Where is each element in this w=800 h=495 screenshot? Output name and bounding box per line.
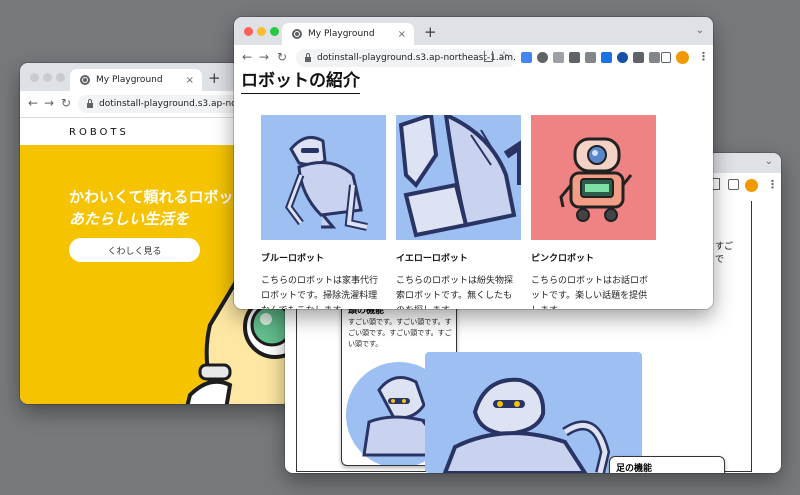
tab-title: My Playground xyxy=(308,29,375,39)
puzzle-extension-icon[interactable] xyxy=(633,52,644,63)
globe-icon xyxy=(80,75,90,85)
sidebar-icon[interactable] xyxy=(728,179,739,190)
foot-feature-card: 足の機能 xyxy=(609,456,725,473)
minimize-window-button[interactable] xyxy=(257,27,266,36)
side-text: すご で xyxy=(715,239,765,265)
card-description: こちらのロボットはお話ロボットです。楽しい話題を提供します。 xyxy=(531,276,649,309)
avatar[interactable] xyxy=(745,179,758,192)
card-description: こちらのロボットは家事代行ロボットです。掃除洗濯料理なんでもこなします。 xyxy=(261,276,379,309)
tab-my-playground[interactable]: My Playground × xyxy=(282,23,414,45)
tab-search-icon[interactable]: ⌄ xyxy=(696,25,704,36)
toolbar: ← → ↻ dotinstall-playground.s3.ap-northe… xyxy=(234,45,713,72)
globe-icon xyxy=(292,29,302,39)
tab-my-playground[interactable]: My Playground × xyxy=(70,69,202,91)
minimize-window-button[interactable] xyxy=(43,73,52,82)
page-title: ロボットの紹介 xyxy=(241,71,360,94)
new-tab-button[interactable]: + xyxy=(208,69,221,87)
shield-extension-icon[interactable] xyxy=(601,52,612,63)
address-bar[interactable]: dotinstall-playground.s3.ap-northeast-1.… xyxy=(296,49,516,67)
extension-icon[interactable] xyxy=(585,52,596,63)
tab-search-icon[interactable]: ⌄ xyxy=(765,156,773,167)
password-extension-icon[interactable] xyxy=(617,52,628,63)
forward-button[interactable]: → xyxy=(44,96,54,110)
browser-window-front: My Playground × + ⌄ ← → ↻ dotinstall-pla… xyxy=(234,17,713,309)
robot-card-yellow[interactable]: イエローロボット こちらのロボットは紛失物探索ロボットです。無くしたものを探しま… xyxy=(396,115,521,309)
zoom-window-button[interactable] xyxy=(56,73,65,82)
yellow-robot-image xyxy=(396,115,521,240)
menu-icon[interactable]: ⋮ xyxy=(698,50,709,63)
card-description: こちらのロボットは紛失物探索ロボットです。無くしたものを探します。 xyxy=(396,276,514,309)
lock-icon xyxy=(305,52,311,62)
avatar[interactable] xyxy=(676,51,689,64)
tab-close-icon[interactable]: × xyxy=(186,75,194,86)
reload-button[interactable]: ↻ xyxy=(277,50,287,64)
large-robot-image xyxy=(425,352,642,473)
star-icon[interactable]: ☆ xyxy=(499,49,509,62)
menu-icon[interactable]: ⋮ xyxy=(767,178,778,191)
tab-title: My Playground xyxy=(96,75,163,85)
tab-close-icon[interactable]: × xyxy=(398,29,406,40)
back-button[interactable]: ← xyxy=(242,50,252,64)
card-title: ピンクロボット xyxy=(531,254,595,264)
foot-feature-title: 足の機能 xyxy=(616,464,653,473)
close-window-button[interactable] xyxy=(30,73,39,82)
forward-button[interactable]: → xyxy=(259,50,269,64)
tab-strip: My Playground × + ⌄ xyxy=(234,17,713,45)
blue-robot-image xyxy=(261,115,386,240)
back-button[interactable]: ← xyxy=(28,96,38,110)
translate-extension-icon[interactable] xyxy=(521,52,532,63)
extension-icon[interactable] xyxy=(553,52,564,63)
lock-icon xyxy=(87,98,93,108)
pink-robot-image xyxy=(531,115,656,240)
robot-card-pink[interactable]: ピンクロボット こちらのロボットはお話ロボットです。楽しい話題を提供します。 xyxy=(531,115,656,309)
site-logo[interactable]: ROBOTS xyxy=(69,127,129,138)
close-window-button[interactable] xyxy=(244,27,253,36)
card-title: イエローロボット xyxy=(396,254,468,264)
robot-card-blue[interactable]: ブルーロボット こちらのロボットは家事代行ロボットです。掃除洗濯料理なんでもこな… xyxy=(261,115,386,309)
extension-icon[interactable] xyxy=(537,52,548,63)
zoom-window-button[interactable] xyxy=(270,27,279,36)
side-text-line1: すご xyxy=(715,242,734,252)
sidebar-icon[interactable] xyxy=(661,52,671,63)
share-icon[interactable] xyxy=(484,51,493,62)
hero-title-line2: あたらしい生活を xyxy=(69,210,190,228)
camera-extension-icon[interactable] xyxy=(569,52,580,63)
reload-button[interactable]: ↻ xyxy=(61,96,71,110)
new-tab-button[interactable]: + xyxy=(424,23,437,41)
card-title: ブルーロボット xyxy=(261,254,325,264)
page-content: ロボットの紹介 ブルーロボット こちらのロボットは家事代行ロボットです。掃除洗濯… xyxy=(234,71,713,309)
hero-title-line1: かわいくて頼れるロボット xyxy=(69,188,249,206)
head-feature-desc: すごい頭です。すごい頭です。すごい頭です。すごい頭です。すごい頭です。 xyxy=(348,318,452,348)
reading-list-icon[interactable] xyxy=(649,52,660,63)
large-robot-illustration xyxy=(442,377,611,473)
side-text-line2: で xyxy=(715,255,725,265)
